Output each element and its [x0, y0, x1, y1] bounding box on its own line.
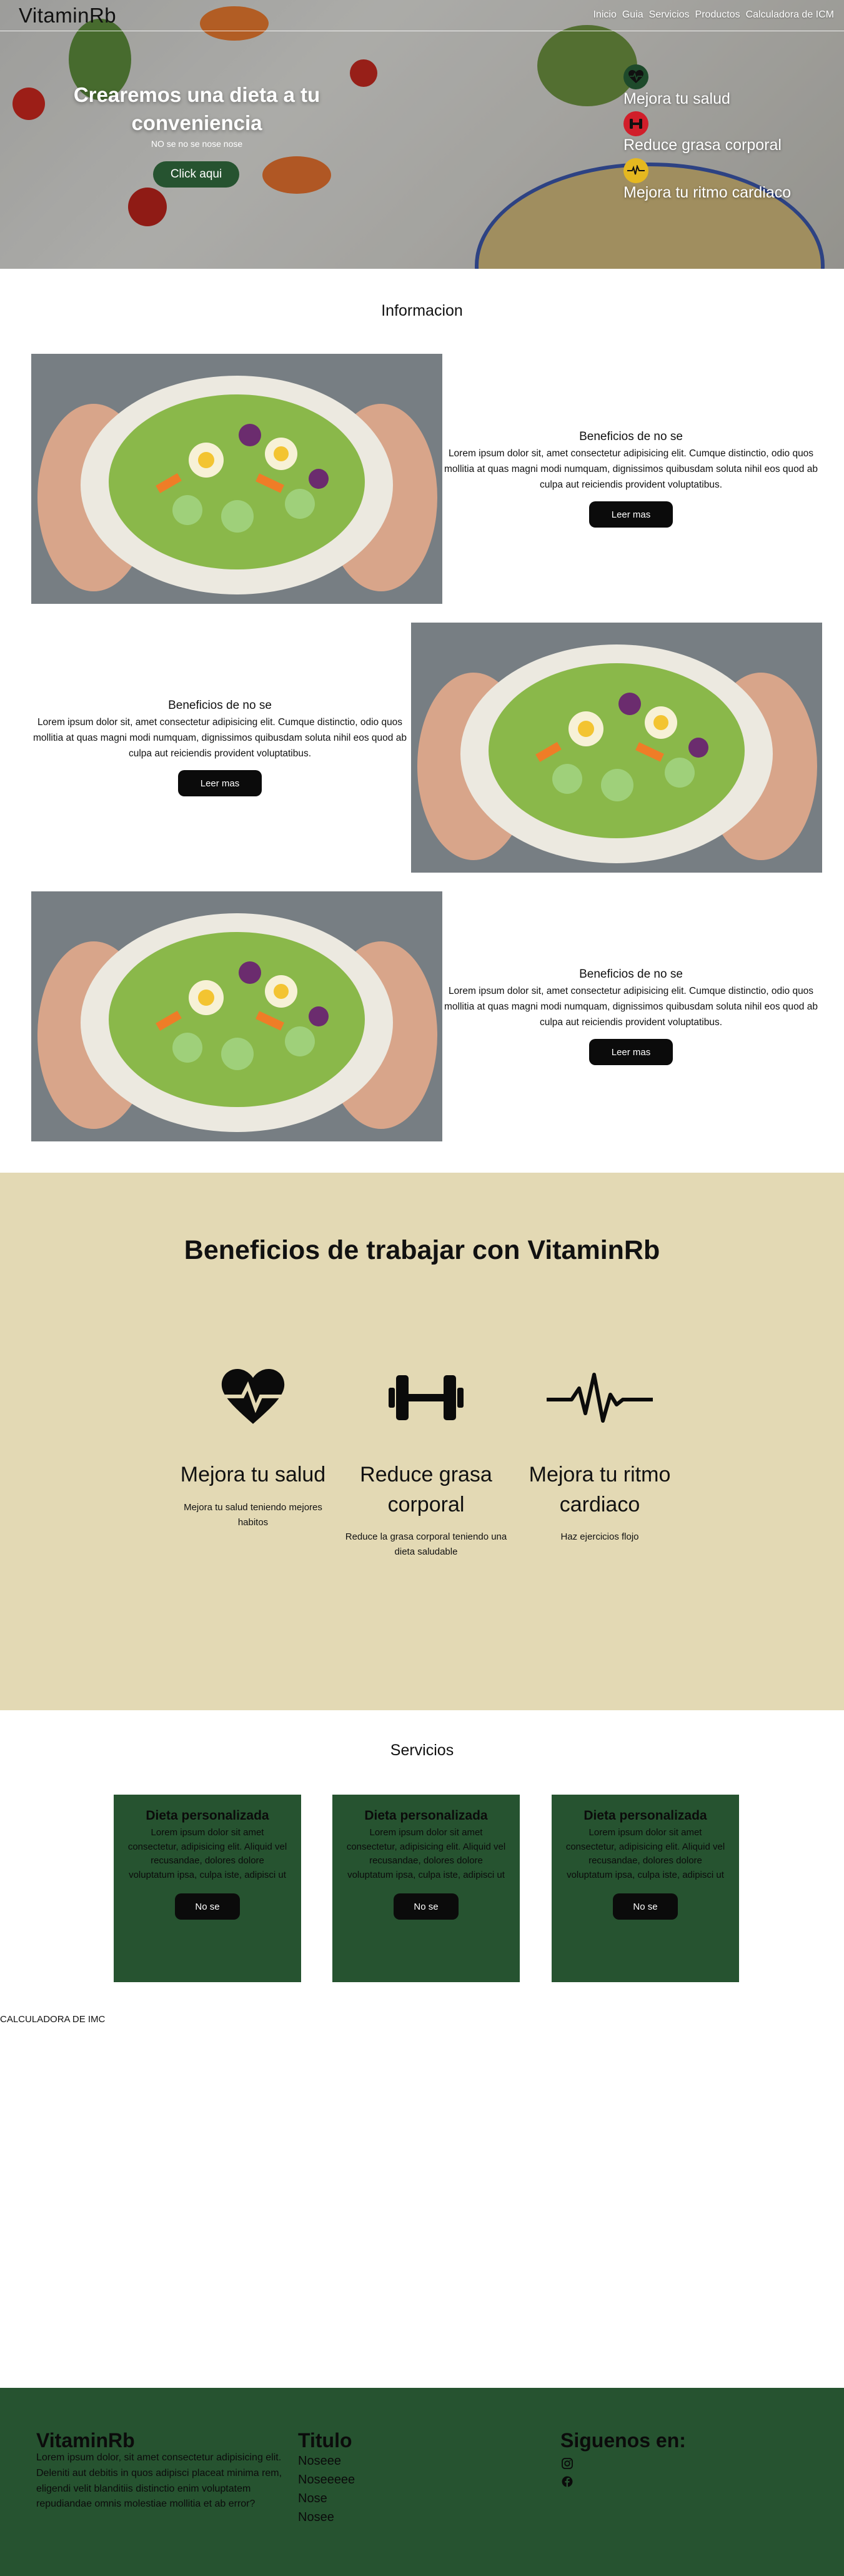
brand-logo[interactable]: VitaminRb	[19, 4, 116, 28]
heart-icon	[623, 64, 648, 89]
info-section-title: Informacion	[381, 302, 463, 319]
service-button[interactable]: No se	[394, 1893, 459, 1920]
service-text: Lorem ipsum dolor sit amet consectetur, …	[346, 1827, 506, 1880]
salad-image	[31, 891, 442, 1141]
info-card-2: Beneficios de no se Lorem ipsum dolor si…	[26, 699, 414, 797]
service-card: Dieta personalizada Lorem ipsum dolor si…	[552, 1795, 739, 1982]
service-card: Dieta personalizada Lorem ipsum dolor si…	[332, 1795, 520, 1982]
dumbbell-icon	[623, 111, 648, 136]
footer-link[interactable]: Nosee	[298, 2508, 355, 2527]
footer-brand: VitaminRb	[36, 2429, 135, 2452]
benefits-section: Beneficios de trabajar con VitaminRb Mej…	[0, 1173, 844, 1710]
nav-link-productos[interactable]: Productos	[695, 9, 740, 21]
service-button[interactable]: No se	[175, 1893, 240, 1920]
nav-link-guia[interactable]: Guia	[622, 9, 643, 21]
service-title: Dieta personalizada	[364, 1808, 488, 1823]
footer-links-title: Titulo	[298, 2429, 352, 2452]
hero-subtitle: NO se no se nose nose	[151, 139, 243, 149]
nav-link-calculadora[interactable]: Calculadora de ICM	[746, 9, 834, 21]
benefit-title: Mejora tu ritmo cardiaco	[529, 1463, 671, 1516]
hero-title: Crearemos una dieta a tu conveniencia	[73, 83, 320, 134]
hero-cta-button[interactable]: Click aqui	[153, 161, 239, 188]
info-card-1: Beneficios de no se Lorem ipsum dolor si…	[437, 430, 825, 528]
service-title: Dieta personalizada	[146, 1808, 269, 1823]
footer-link[interactable]: Noseeeee	[298, 2470, 355, 2489]
info-text: Lorem ipsum dolor sit, amet consectetur …	[444, 448, 818, 490]
info-heading: Beneficios de no se	[168, 699, 272, 712]
dumbbell-icon	[342, 1360, 510, 1435]
footer: VitaminRb Lorem ipsum dolor, sit amet co…	[0, 2388, 844, 2576]
service-button[interactable]: No se	[613, 1893, 678, 1920]
service-text: Lorem ipsum dolor sit amet consectetur, …	[127, 1827, 287, 1880]
imc-calculator-label: CALCULADORA DE IMC	[0, 2014, 106, 2025]
service-card: Dieta personalizada Lorem ipsum dolor si…	[114, 1795, 301, 1982]
info-card-3: Beneficios de no se Lorem ipsum dolor si…	[437, 968, 825, 1066]
benefit-text: Haz ejercicios flojo	[560, 1531, 639, 1543]
benefit-title: Mejora tu salud	[180, 1463, 326, 1486]
leer-mas-button[interactable]: Leer mas	[178, 770, 262, 797]
hero-section: VitaminRb Inicio Guia Servicios Producto…	[0, 0, 844, 269]
info-heading: Beneficios de no se	[579, 430, 683, 443]
benefit-ritmo: Mejora tu ritmo cardiaco Haz ejercicios …	[515, 1360, 684, 1545]
info-text: Lorem ipsum dolor sit, amet consectetur …	[444, 986, 818, 1028]
services-title: Servicios	[390, 1742, 454, 1759]
benefit-text: Mejora tu salud teniendo mejores habitos	[184, 1501, 322, 1528]
service-text: Lorem ipsum dolor sit amet consectetur, …	[565, 1827, 725, 1880]
instagram-icon[interactable]	[560, 2457, 574, 2470]
heart-icon	[169, 1360, 337, 1435]
nav-links: Inicio Guia Servicios Productos Calculad…	[593, 9, 834, 21]
footer-link[interactable]: Nose	[298, 2489, 355, 2508]
salad-image	[411, 623, 822, 873]
info-text: Lorem ipsum dolor sit, amet consectetur …	[33, 717, 407, 759]
service-title: Dieta personalizada	[583, 1808, 707, 1823]
benefit-grasa: Reduce grasa corporal Reduce la grasa co…	[342, 1360, 510, 1560]
footer-links: Noseee Noseeeee Nose Nosee	[298, 2452, 355, 2527]
benefit-title: Reduce grasa corporal	[360, 1463, 492, 1516]
hero-feature-ritmo: Mejora tu ritmo cardiaco	[623, 184, 792, 201]
benefit-salud: Mejora tu salud Mejora tu salud teniendo…	[169, 1360, 337, 1530]
hero-feature-grasa: Reduce grasa corporal	[623, 136, 782, 154]
top-navbar: VitaminRb Inicio Guia Servicios Producto…	[0, 0, 844, 31]
benefit-text: Reduce la grasa corporal teniendo una di…	[345, 1531, 507, 1558]
heartbeat-icon	[623, 158, 648, 183]
nav-link-servicios[interactable]: Servicios	[649, 9, 690, 21]
leer-mas-button[interactable]: Leer mas	[589, 1039, 673, 1066]
heartbeat-icon	[515, 1360, 684, 1435]
facebook-icon[interactable]	[560, 2475, 574, 2488]
hero-feature-salud: Mejora tu salud	[623, 90, 730, 108]
footer-social-title: Siguenos en:	[560, 2429, 686, 2452]
info-heading: Beneficios de no se	[579, 968, 683, 981]
salad-image	[31, 354, 442, 604]
leer-mas-button[interactable]: Leer mas	[589, 501, 673, 528]
footer-description: Lorem ipsum dolor, sit amet consectetur …	[36, 2452, 282, 2510]
footer-link[interactable]: Noseee	[298, 2452, 355, 2470]
benefits-title: Beneficios de trabajar con VitaminRb	[184, 1235, 660, 1265]
nav-link-inicio[interactable]: Inicio	[593, 9, 616, 21]
